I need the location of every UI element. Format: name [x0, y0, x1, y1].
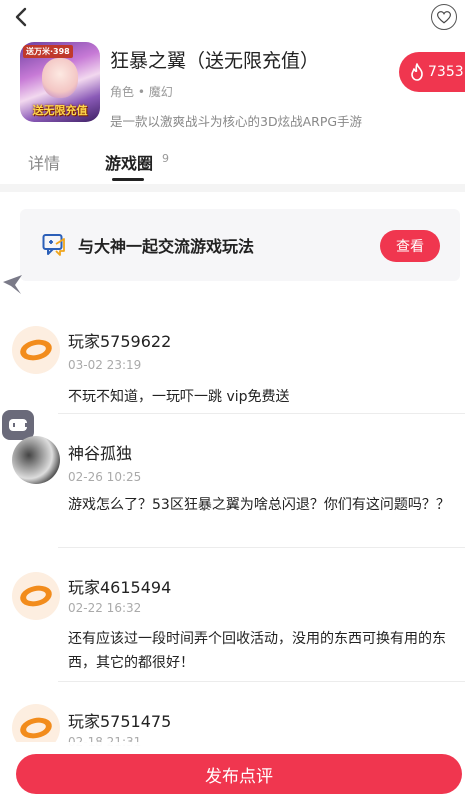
- active-tab-indicator: [112, 178, 144, 181]
- user-avatar[interactable]: [12, 436, 60, 484]
- back-button[interactable]: [10, 5, 34, 29]
- top-bar: [0, 0, 465, 34]
- favorite-button[interactable]: [431, 4, 457, 30]
- section-divider: [0, 184, 465, 192]
- view-button[interactable]: 查看: [380, 230, 440, 262]
- game-icon-caption: 送无限充值: [32, 104, 88, 117]
- post-time: 03-02 23:19: [68, 358, 142, 372]
- post-time: 02-26 10:25: [68, 470, 142, 484]
- post-divider: [58, 681, 465, 682]
- chat-icon: [42, 234, 65, 256]
- bottom-bar: 发布点评: [0, 742, 465, 800]
- promo-text: 与大神一起交流游戏玩法: [78, 237, 255, 256]
- game-description: 是一款以激爽战斗为核心的3D炫战ARPG手游: [110, 114, 363, 129]
- flame-icon: [411, 63, 423, 81]
- post-content: 不玩不知道，一玩吓一跳 vip免费送: [68, 389, 290, 405]
- heart-icon: [437, 10, 451, 23]
- post-divider: [58, 547, 465, 548]
- hot-count: 7353: [428, 64, 464, 80]
- user-name[interactable]: 玩家4615494: [68, 574, 171, 598]
- post-item[interactable]: 玩家5759622 03-02 23:19 不玩不知道，一玩吓一跳 vip免费送: [0, 322, 465, 414]
- user-avatar[interactable]: [12, 572, 60, 620]
- bird-icon[interactable]: [2, 272, 24, 296]
- game-icon-tag: 送万米·398: [23, 45, 73, 58]
- game-title: 狂暴之翼（送无限充值）: [110, 50, 320, 72]
- tab-details[interactable]: 详情: [28, 150, 60, 174]
- game-genre: 角色 • 魔幻: [110, 85, 173, 99]
- post-item[interactable]: 玩家4615494 02-22 16:32 还有应该过一段时间弄个回收活动，没用…: [0, 568, 465, 682]
- promo-card[interactable]: 与大神一起交流游戏玩法 查看: [20, 209, 460, 281]
- post-item[interactable]: 神谷孤独 02-26 10:25 游戏怎么了？53区狂暴之翼为啥总闪退？你们有这…: [0, 434, 465, 548]
- user-name[interactable]: 玩家5751475: [68, 708, 171, 732]
- user-name[interactable]: 神谷孤独: [68, 440, 132, 464]
- user-name[interactable]: 玩家5759622: [68, 328, 171, 352]
- post-content: 还有应该过一段时间弄个回收活动，没用的东西可换有用的东西，其它的都很好！: [68, 631, 446, 671]
- chevron-left-icon: [15, 7, 27, 27]
- post-divider: [58, 413, 465, 414]
- hot-badge[interactable]: 7353: [399, 52, 465, 92]
- tab-game-circle[interactable]: 游戏圈: [105, 150, 153, 174]
- post-time: 02-22 16:32: [68, 601, 142, 615]
- game-header: 送万米·398 送无限充值 狂暴之翼（送无限充值） 角色 • 魔幻 是一款以激爽…: [0, 38, 465, 133]
- tab-game-circle-count: 9: [162, 152, 169, 165]
- game-icon-character: [42, 58, 78, 98]
- publish-review-button[interactable]: 发布点评: [16, 754, 462, 794]
- tab-bar: 详情 游戏圈 9: [0, 140, 465, 184]
- user-avatar[interactable]: [12, 326, 60, 374]
- post-content: 游戏怎么了？53区狂暴之翼为啥总闪退？你们有这问题吗？？: [68, 497, 450, 513]
- game-icon: 送万米·398 送无限充值: [20, 42, 100, 122]
